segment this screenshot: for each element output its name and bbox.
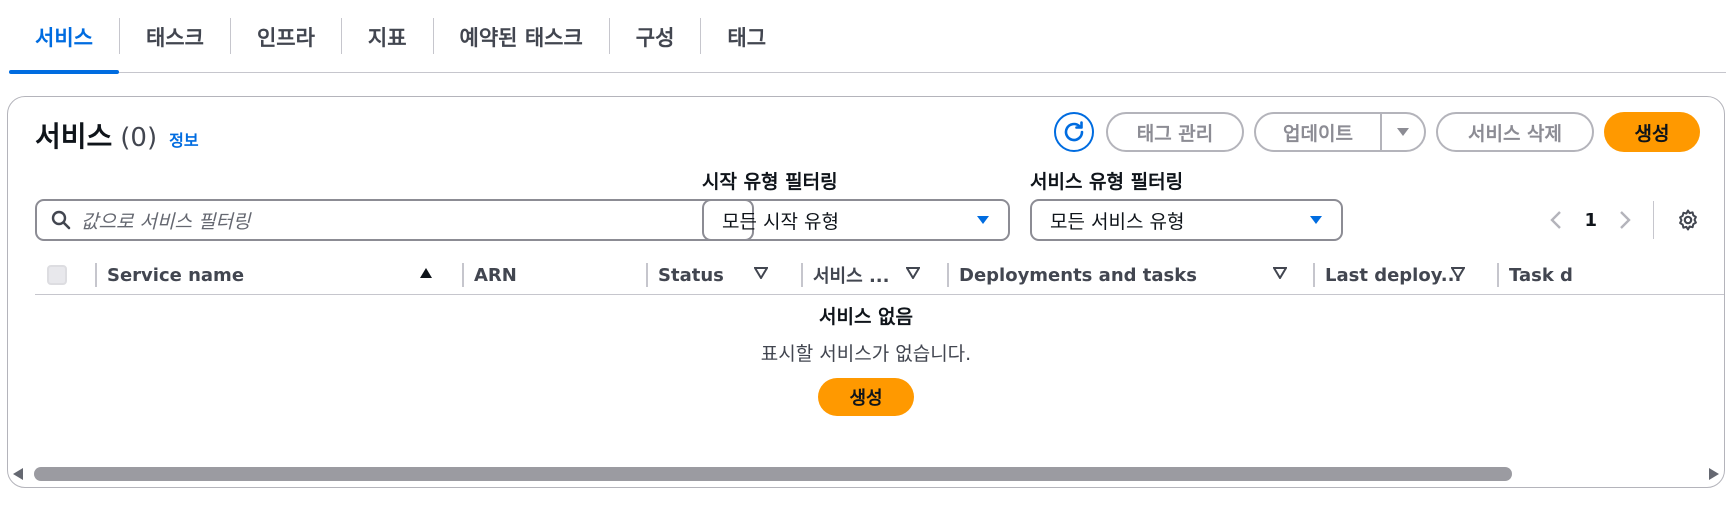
launch-type-select[interactable]: 모든 시작 유형 xyxy=(702,199,1010,241)
scroll-right-icon[interactable] xyxy=(1708,467,1720,481)
search-icon xyxy=(51,210,71,230)
table-header: Service name ARN Status 서비스 ... Deployme… xyxy=(35,255,1724,295)
empty-state-description: 표시할 서비스가 없습니다. xyxy=(760,343,972,365)
tab-tasks[interactable]: 태스크 xyxy=(120,0,230,73)
tab-metrics[interactable]: 지표 xyxy=(342,0,433,73)
column-service-type[interactable]: 서비스 ... xyxy=(801,255,943,295)
chevron-right-icon[interactable] xyxy=(1619,210,1631,230)
search-placeholder: 값으로 서비스 필터링 xyxy=(81,210,251,233)
panel-title: 서비스 xyxy=(35,120,113,153)
pagination: 1 xyxy=(1550,199,1700,241)
caret-down-icon xyxy=(1397,128,1409,136)
service-type-select[interactable]: 모든 서비스 유형 xyxy=(1030,199,1343,241)
select-all-checkbox[interactable] xyxy=(47,255,67,295)
search-input[interactable]: 값으로 서비스 필터링 xyxy=(35,199,754,241)
column-service-name[interactable]: Service name xyxy=(95,255,447,295)
tab-infrastructure[interactable]: 인프라 xyxy=(231,0,341,73)
column-deployments-and-tasks[interactable]: Deployments and tasks xyxy=(947,255,1299,295)
current-page[interactable]: 1 xyxy=(1584,210,1597,231)
tab-configuration[interactable]: 구성 xyxy=(610,0,701,73)
manage-tags-button[interactable]: 태그 관리 xyxy=(1106,112,1244,152)
service-count: (0) xyxy=(120,123,158,153)
column-status[interactable]: Status xyxy=(646,255,788,295)
scroll-left-icon[interactable] xyxy=(12,467,24,481)
empty-state-create-button[interactable]: 생성 xyxy=(818,378,914,416)
update-split-button: 업데이트 xyxy=(1254,112,1426,152)
update-dropdown-button[interactable] xyxy=(1380,114,1424,150)
column-last-deployment[interactable]: Last deploy... xyxy=(1313,255,1485,295)
column-label: Last deploy... xyxy=(1325,264,1462,286)
column-arn[interactable]: ARN xyxy=(462,255,634,295)
gear-icon[interactable] xyxy=(1676,208,1700,232)
column-label: Status xyxy=(658,264,724,286)
column-label: Task d xyxy=(1509,264,1573,286)
refresh-button[interactable] xyxy=(1054,112,1094,152)
sort-icon xyxy=(1273,267,1287,279)
column-label: Service name xyxy=(107,264,245,286)
sort-icon xyxy=(754,267,768,279)
column-label: ARN xyxy=(474,264,517,286)
sort-icon xyxy=(1451,267,1465,279)
update-button[interactable]: 업데이트 xyxy=(1256,114,1380,150)
launch-type-filter-label: 시작 유형 필터링 xyxy=(702,171,838,193)
tab-services[interactable]: 서비스 xyxy=(9,0,119,74)
horizontal-scrollbar[interactable] xyxy=(8,463,1724,487)
tab-tags[interactable]: 태그 xyxy=(701,0,792,73)
caret-down-icon xyxy=(1310,216,1322,224)
tab-scheduled-tasks[interactable]: 예약된 태스크 xyxy=(434,0,609,73)
refresh-icon xyxy=(1064,121,1084,142)
header-actions: 태그 관리 업데이트 서비스 삭제 생성 xyxy=(1054,112,1700,152)
pager-divider xyxy=(1653,201,1654,239)
sort-ascending-icon xyxy=(420,268,432,278)
create-button[interactable]: 생성 xyxy=(1604,112,1700,152)
column-label: 서비스 ... xyxy=(813,266,890,287)
services-panel: 서비스 (0) 정보 태그 관리 업데이트 서비스 삭제 생성 시작 유형 필터… xyxy=(7,96,1725,488)
panel-header: 서비스 (0) 정보 xyxy=(35,115,199,155)
empty-state: 서비스 없음 표시할 서비스가 없습니다. 생성 xyxy=(8,302,1724,416)
column-task-definition[interactable]: Task d xyxy=(1497,255,1589,295)
service-type-filter-label: 서비스 유형 필터링 xyxy=(1030,171,1184,193)
checkbox xyxy=(47,265,67,285)
chevron-left-icon[interactable] xyxy=(1550,210,1562,230)
caret-down-icon xyxy=(977,216,989,224)
empty-state-title: 서비스 없음 xyxy=(818,306,913,328)
column-label: Deployments and tasks xyxy=(959,264,1197,286)
service-type-value: 모든 서비스 유형 xyxy=(1050,210,1185,233)
sort-icon xyxy=(906,267,920,279)
launch-type-value: 모든 시작 유형 xyxy=(722,210,839,233)
info-link[interactable]: 정보 xyxy=(169,127,198,151)
scrollbar-thumb[interactable] xyxy=(34,467,1512,481)
delete-service-button[interactable]: 서비스 삭제 xyxy=(1436,112,1594,152)
tab-bar: 서비스 태스크 인프라 지표 예약된 태스크 구성 태그 xyxy=(9,0,1726,74)
